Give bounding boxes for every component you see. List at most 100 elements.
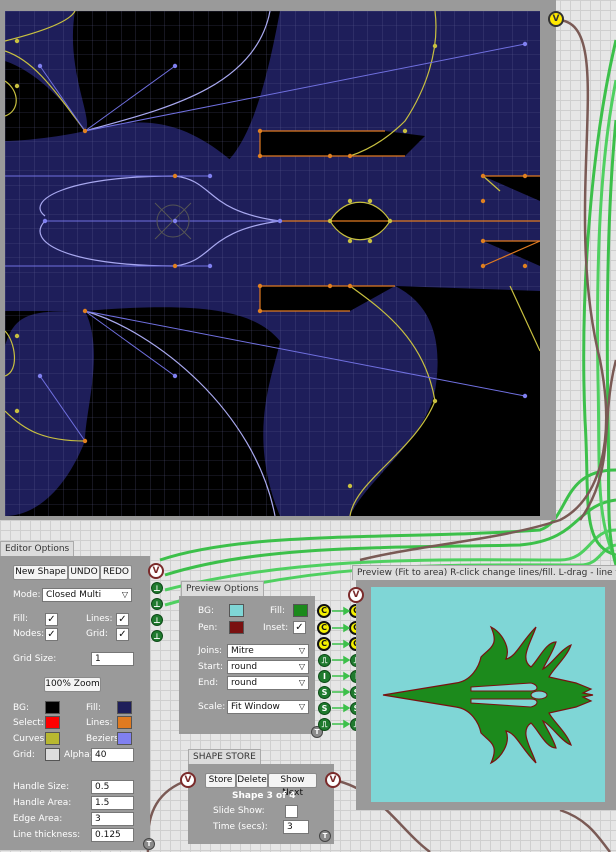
select-color-label: Select:: [13, 718, 44, 728]
preview-inset-label: Inset:: [263, 623, 289, 633]
port-c-in-2[interactable]: C: [317, 621, 331, 635]
shape-editor-canvas[interactable]: [5, 11, 540, 516]
editor-port-v[interactable]: V: [148, 563, 164, 579]
grid-size-label: Grid Size:: [13, 654, 57, 664]
preview-fill-swatch[interactable]: [293, 604, 308, 617]
handle-size-label: Handle Size:: [13, 782, 70, 792]
alpha-label: Alpha:: [64, 750, 93, 760]
store-status: Shape 3 of 4: [232, 791, 296, 801]
redo-button[interactable]: REDO: [100, 565, 132, 580]
handle-size-input[interactable]: 0.5: [91, 780, 134, 794]
preview-bg-swatch[interactable]: [229, 604, 244, 617]
wire-green: [605, 119, 616, 566]
editor-port-bottom[interactable]: T: [143, 838, 155, 850]
new-shape-button[interactable]: New Shape: [13, 565, 68, 580]
start-value: round: [231, 662, 258, 672]
shape-cutout: [260, 131, 425, 156]
preview-inset-checkbox[interactable]: ✓: [293, 621, 306, 634]
handle-area-label: Handle Area:: [13, 798, 72, 808]
preview-fill-label: Fill:: [270, 606, 286, 616]
grid-color-label: Grid:: [13, 750, 35, 760]
grid-color-swatch[interactable]: [45, 748, 60, 761]
lines-label: Lines:: [86, 614, 113, 624]
wire-brown: [559, 808, 611, 852]
handle-area-input[interactable]: 1.5: [91, 796, 134, 810]
mode-value: Closed Multi: [46, 590, 102, 600]
port-i-in[interactable]: I: [318, 670, 331, 683]
mode-select[interactable]: Closed Multi ▽: [42, 588, 132, 602]
nodes-label: Nodes:: [13, 629, 45, 639]
preview-title: Preview (Fit to area) R-click change lin…: [357, 568, 616, 578]
nodes-checkbox[interactable]: ✓: [45, 628, 58, 641]
slide-show-label: Slide Show:: [213, 806, 265, 816]
grid-checkbox[interactable]: ✓: [116, 628, 129, 641]
zoom-100-button[interactable]: 100% Zoom: [44, 677, 101, 692]
curves-color-swatch[interactable]: [45, 732, 60, 745]
undo-button[interactable]: UNDO: [68, 565, 100, 580]
store-port-v-right[interactable]: V: [325, 772, 341, 788]
bg-color-label: BG:: [13, 703, 30, 713]
port-c-in-3[interactable]: C: [317, 637, 331, 651]
line-thickness-label: Line thickness:: [13, 830, 81, 840]
end-value: round: [231, 678, 258, 688]
end-label: End:: [198, 678, 219, 688]
start-label: Start:: [198, 662, 224, 672]
scale-value: Fit Window: [231, 702, 280, 712]
port-s-in-2[interactable]: S: [318, 702, 331, 715]
port-s-in-1[interactable]: S: [318, 686, 331, 699]
bg-color-swatch[interactable]: [45, 701, 60, 714]
grid-label: Grid:: [86, 629, 108, 639]
beziers-color-swatch[interactable]: [117, 732, 132, 745]
preview-options-tab[interactable]: Preview Options: [181, 581, 264, 596]
end-select[interactable]: round ▽: [227, 676, 309, 690]
grid-size-input[interactable]: 1: [91, 652, 134, 666]
shape-preview[interactable]: [371, 587, 605, 802]
port-sq-in-2[interactable]: ⎍: [318, 718, 331, 731]
preview-title-tab: Preview (Fit to area) R-click change lin…: [352, 565, 616, 580]
delete-button[interactable]: Delete: [236, 773, 268, 788]
store-button[interactable]: Store: [205, 773, 236, 788]
show-next-button[interactable]: Show Next: [268, 773, 317, 798]
alpha-input[interactable]: 40: [91, 748, 134, 762]
joins-select[interactable]: Mitre ▽: [227, 644, 309, 658]
time-label: Time (secs):: [213, 822, 268, 832]
lines-color-swatch[interactable]: [117, 716, 132, 729]
chevron-down-icon: ▽: [298, 646, 305, 655]
scale-select[interactable]: Fit Window ▽: [227, 700, 309, 714]
curves-color-label: Curves:: [13, 734, 48, 744]
chevron-down-icon: ▽: [298, 662, 305, 671]
chevron-down-icon: ▽: [121, 590, 128, 599]
editor-port-out-4[interactable]: ⊥: [151, 630, 163, 642]
fill-color-swatch[interactable]: [117, 701, 132, 714]
preview-pen-label: Pen:: [198, 623, 218, 633]
line-thickness-input[interactable]: 0.125: [91, 828, 134, 842]
slide-show-checkbox[interactable]: [285, 805, 298, 818]
preview-pen-swatch[interactable]: [229, 621, 244, 634]
store-port-v-left[interactable]: V: [180, 772, 196, 788]
start-select[interactable]: round ▽: [227, 660, 309, 674]
port-c-in-1[interactable]: C: [317, 604, 331, 618]
canvas-port-v[interactable]: V: [548, 11, 564, 27]
port-sq-in-1[interactable]: ⎍: [318, 654, 331, 667]
editor-port-out-2[interactable]: ⊥: [151, 598, 163, 610]
edge-area-label: Edge Area:: [13, 814, 63, 824]
port-arrows: [332, 606, 350, 729]
scale-label: Scale:: [198, 702, 226, 712]
mode-label: Mode:: [13, 590, 41, 600]
joins-value: Mitre: [231, 646, 254, 656]
lines-checkbox[interactable]: ✓: [116, 613, 129, 626]
lines-color-label: Lines:: [86, 718, 113, 728]
editor-options-tab[interactable]: Editor Options: [0, 541, 75, 556]
chevron-down-icon: ▽: [298, 702, 305, 711]
editor-port-out-3[interactable]: ⊥: [151, 614, 163, 626]
select-color-swatch[interactable]: [45, 716, 60, 729]
time-input[interactable]: 3: [283, 820, 309, 834]
fill-label: Fill:: [13, 614, 29, 624]
joins-label: Joins:: [198, 646, 223, 656]
fill-checkbox[interactable]: ✓: [45, 613, 58, 626]
editor-port-out-1[interactable]: ⊥: [151, 582, 163, 594]
preview-port-v[interactable]: V: [348, 587, 364, 603]
shape-store-tab[interactable]: SHAPE STORE: [188, 749, 261, 764]
edge-area-input[interactable]: 3: [91, 812, 134, 826]
store-port-bottom[interactable]: T: [319, 830, 331, 842]
